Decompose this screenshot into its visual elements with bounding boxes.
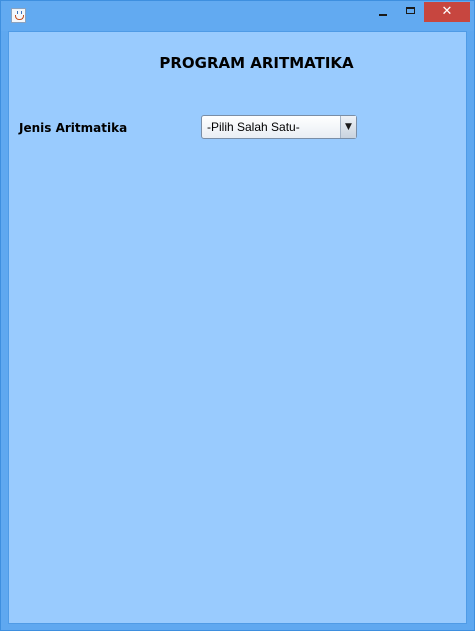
page-title: PROGRAM ARITMATIKA xyxy=(159,54,354,72)
arithmetic-type-label: Jenis Aritmatika xyxy=(19,121,128,135)
close-button[interactable]: ✕ xyxy=(424,2,470,22)
maximize-button[interactable] xyxy=(397,2,423,22)
minimize-button[interactable] xyxy=(369,2,395,22)
java-app-icon[interactable] xyxy=(11,8,26,23)
arithmetic-type-selected-value: -Pilih Salah Satu- xyxy=(207,120,300,134)
form-panel: PROGRAM ARITMATIKA Jenis Aritmatika -Pil… xyxy=(8,31,467,624)
close-icon: ✕ xyxy=(441,4,453,19)
title-bar[interactable]: ✕ xyxy=(1,1,474,31)
app-window: ✕ PROGRAM ARITMATIKA Jenis Aritmatika -P… xyxy=(0,0,475,631)
chevron-down-icon[interactable]: ▼ xyxy=(340,116,356,138)
arithmetic-type-select[interactable]: -Pilih Salah Satu- ▼ xyxy=(201,115,357,139)
